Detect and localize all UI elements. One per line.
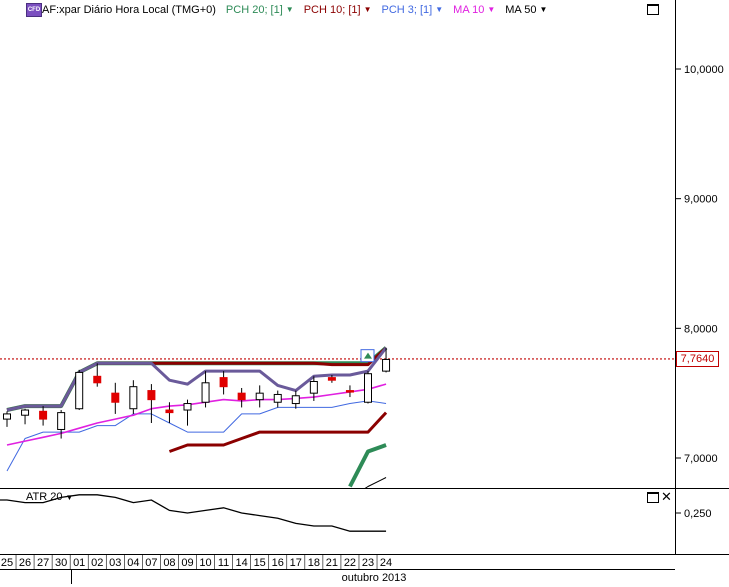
candle-body [39,410,48,420]
candle-body [327,377,336,381]
pch3-lower-line [6,400,387,472]
candle-body [111,392,120,403]
legend-pch10-label: PCH 10; [1] [303,4,361,16]
legend-pch10[interactable]: PCH 10; [1] ▼ [304,4,372,16]
candle-body [309,380,318,394]
chevron-down-icon[interactable]: ▼ [539,6,547,14]
date-label: 02 [91,557,103,569]
legend-bar: AF:xpar Diário Hora Local (TMG+0) PCH 20… [42,2,547,18]
date-label: 11 [218,557,229,569]
chevron-down-icon[interactable]: ▼ [65,493,73,502]
candle-body [3,413,11,420]
date-label: 14 [236,557,248,569]
atr-maximize-icon[interactable] [647,492,659,503]
date-label: 21 [326,557,338,569]
legend-ma10[interactable]: MA 10 ▼ [453,4,495,16]
chevron-down-icon[interactable]: ▼ [487,6,495,14]
price-axis-label: 7,0000 [684,453,718,465]
legend-pch3-label: PCH 3; [1] [381,4,433,16]
candle-body [364,373,372,403]
candle-body [147,390,156,401]
current-price-tag: 7,7640 [676,351,719,367]
date-label: 26 [19,557,31,569]
price-axis-label: 8,0000 [684,323,718,335]
date-label: 03 [109,557,121,569]
date-label: 07 [145,557,157,569]
maximize-icon[interactable] [647,4,659,15]
chevron-down-icon[interactable]: ▼ [435,6,443,14]
chart-svg[interactable]: 10,0000 9,0000 8,0000 7,0000 0,250 25 26 27 30 0… [0,0,729,584]
instrument-title: AF:xpar Diário Hora Local (TMG+0) [42,4,216,16]
candle-body [93,375,102,384]
candle-body [382,358,391,372]
candle-body [201,382,210,403]
price-axis-label: 10,0000 [684,64,724,76]
candle-body [219,377,228,388]
candle-body [255,392,264,401]
cfd-badge: CFD [26,3,42,17]
chevron-down-icon[interactable]: ▼ [364,6,372,14]
month-label: outubro 2013 [342,572,407,584]
date-label: 18 [308,557,320,569]
date-label: 17 [290,557,302,569]
date-label: 27 [37,557,49,569]
atr-label: ATR 20 [26,491,63,503]
date-label: 01 [73,557,85,569]
date-label: 08 [163,557,175,569]
date-label: 09 [181,557,193,569]
atr-close-icon[interactable]: ✕ [661,490,672,503]
date-label: 22 [344,557,356,569]
candle-body [165,409,174,414]
legend-ma50-label: MA 50 [505,4,537,16]
atr-legend[interactable]: ATR 20 ▼ [26,491,73,503]
atr-axis-label: 0,250 [684,508,712,520]
candle-body [273,393,282,403]
chevron-down-icon[interactable]: ▼ [286,6,294,14]
price-axis-label: 9,0000 [684,194,718,206]
date-label: 04 [127,557,139,569]
date-label: 25 [1,557,13,569]
legend-ma50[interactable]: MA 50 ▼ [505,4,547,16]
candle-body [237,392,246,401]
candle-body [129,386,138,410]
candle-body [21,409,30,416]
date-label: 15 [254,557,266,569]
legend-pch3[interactable]: PCH 3; [1] ▼ [381,4,443,16]
legend-pch20-label: PCH 20; [1] [225,4,283,16]
candle-body [75,371,84,410]
legend-pch20[interactable]: PCH 20; [1] ▼ [226,4,294,16]
candle-body [183,403,192,411]
date-label: 23 [362,557,374,569]
chart-area[interactable]: 10,0000 9,0000 8,0000 7,0000 0,250 25 26 27 30 0… [0,0,729,584]
date-label: 30 [55,557,67,569]
legend-ma10-label: MA 10 [453,4,485,16]
candle-body [57,412,66,430]
date-label: 16 [272,557,284,569]
candle-body [345,390,354,393]
candle-body [291,395,300,405]
date-label: 24 [380,557,392,569]
date-label: 10 [199,557,211,569]
